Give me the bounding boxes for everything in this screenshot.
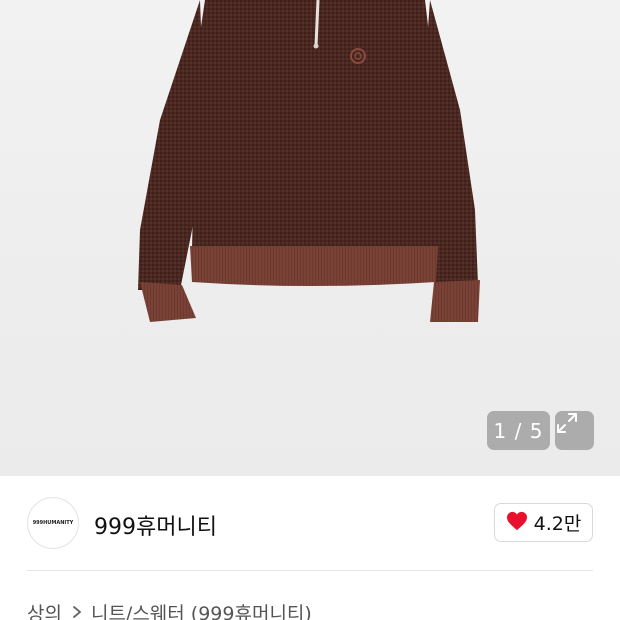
brand-name[interactable]: 999휴머니티	[94, 509, 217, 541]
divider	[27, 570, 593, 571]
like-button[interactable]: 4.2만	[494, 503, 593, 542]
brand-row: 999HUMANITY 999휴머니티 4.2만	[0, 476, 620, 571]
image-counter: 1 / 5	[487, 411, 550, 450]
product-page: 1 / 5 999HUMANITY 999휴머니티 4.2만 상의 니트/스웨터…	[0, 0, 620, 620]
sweater-photo	[138, 0, 480, 322]
expand-button[interactable]	[555, 411, 594, 450]
heart-icon	[506, 511, 528, 535]
chevron-right-icon	[72, 605, 82, 619]
brand-logo[interactable]: 999HUMANITY	[27, 497, 79, 549]
breadcrumb: 상의 니트/스웨터 (999휴머니티)	[27, 597, 312, 620]
brand-logo-text: 999HUMANITY	[32, 520, 74, 526]
like-count: 4.2만	[533, 513, 582, 535]
image-counter-text: 1 / 5	[493, 418, 544, 443]
breadcrumb-item-category[interactable]: 상의	[27, 599, 62, 620]
breadcrumb-item-subcategory[interactable]: 니트/스웨터 (999휴머니티)	[91, 599, 312, 620]
product-image[interactable]: 1 / 5	[0, 0, 620, 476]
